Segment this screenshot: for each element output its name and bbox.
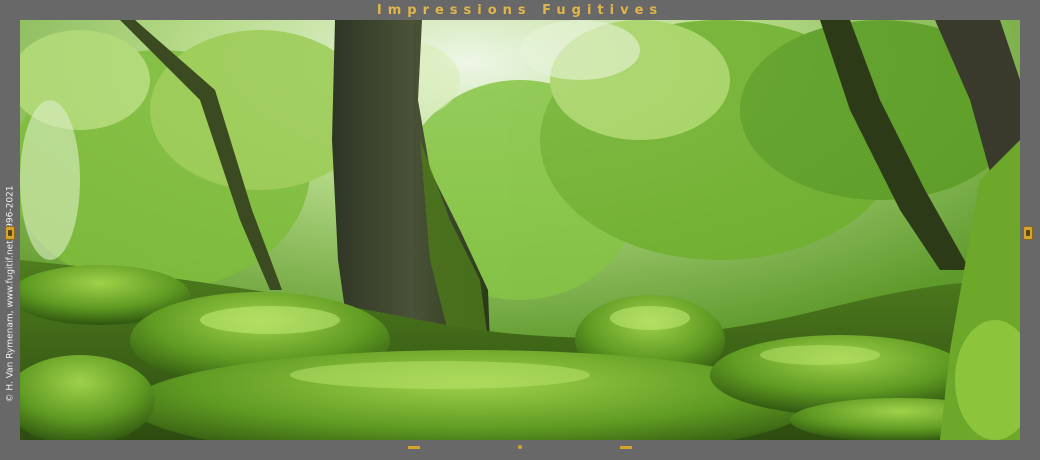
- frame-title-bar: Impressions Fugitives: [0, 0, 1040, 20]
- gallery-title: Impressions Fugitives: [376, 2, 664, 18]
- copyright-side-label: © H. Van Rymenam, www.fugitif.net, 1996-…: [1, 174, 19, 414]
- copyright-text: © H. Van Rymenam, www.fugitif.net, 1996-…: [5, 185, 16, 403]
- left-clip-icon: [5, 226, 15, 240]
- bottom-ornament-right: [620, 446, 632, 449]
- right-clip-icon: [1023, 226, 1033, 240]
- bottom-ornament-center: [518, 445, 522, 449]
- bottom-ornament-left: [408, 446, 420, 449]
- forest-photo: [20, 20, 1020, 440]
